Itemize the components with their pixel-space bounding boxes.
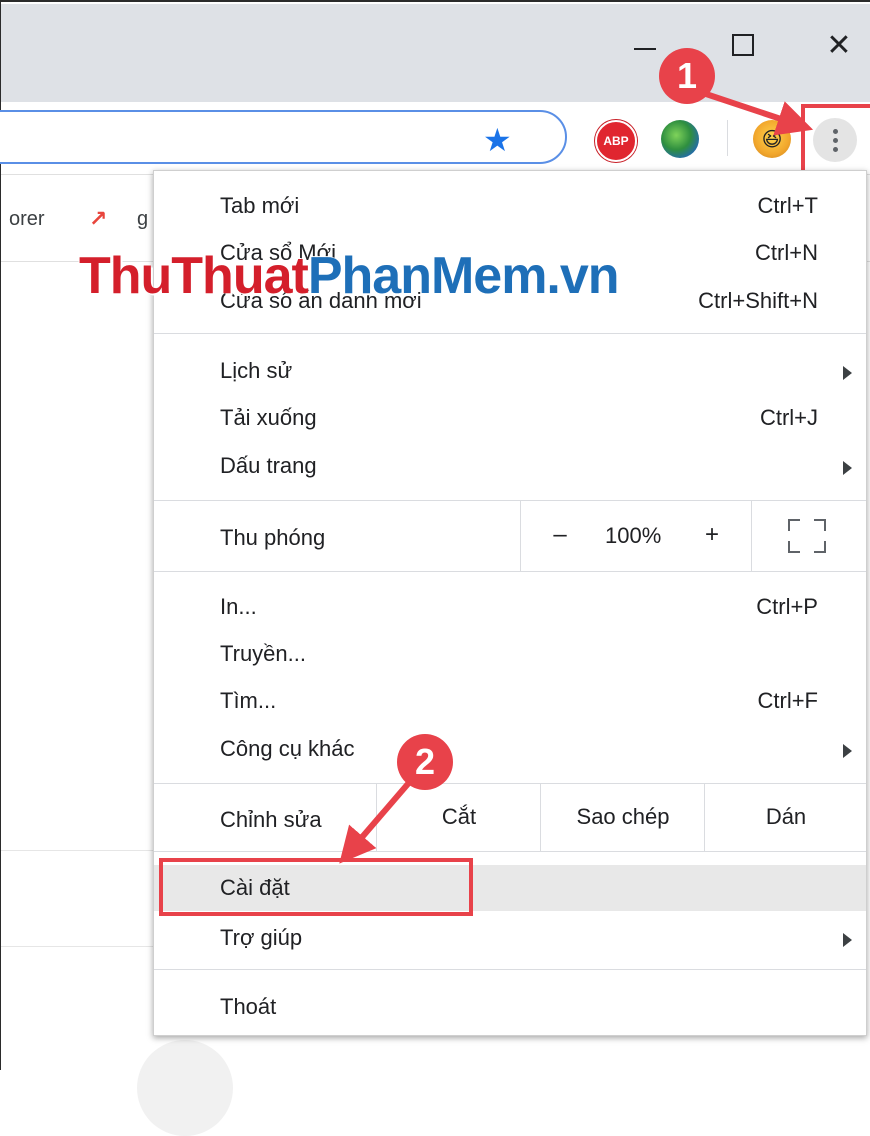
browser-window: ✕ ★ ABP 😆 orer ↗ g ThuThuatPhanMem.vn Ta… bbox=[0, 0, 870, 1136]
annotation-arrows bbox=[339, 91, 814, 864]
step-badge-1: 1 bbox=[659, 48, 715, 104]
step-badge-2: 2 bbox=[397, 734, 453, 790]
arrow-step1 bbox=[705, 91, 814, 136]
arrow-step2 bbox=[339, 776, 416, 864]
